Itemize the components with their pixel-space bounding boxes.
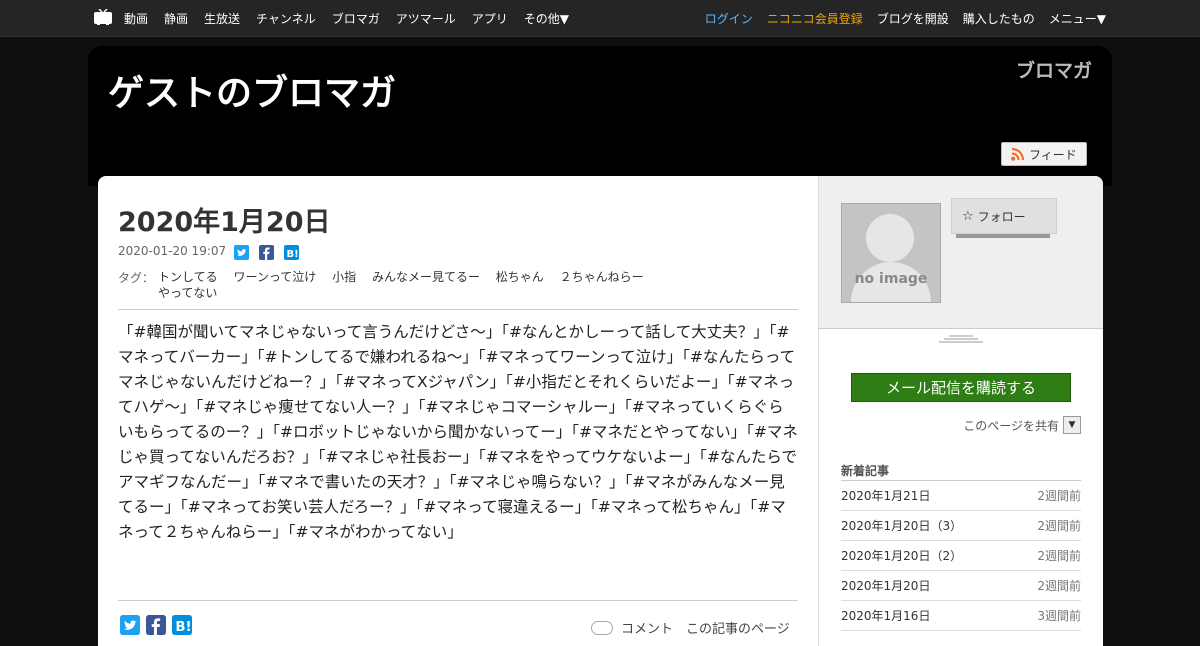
feed-label: フィード — [1029, 147, 1077, 162]
recent-post-age: 2週間前 — [1037, 519, 1081, 533]
login-link[interactable]: ログイン — [705, 10, 753, 27]
collapse-handle-icon[interactable] — [939, 334, 983, 344]
list-item[interactable]: 2020年1月21日 2週間前 — [841, 481, 1081, 511]
list-item[interactable]: 2020年1月16日 3週間前 — [841, 601, 1081, 631]
open-blog-link[interactable]: ブログを開設 — [877, 10, 949, 27]
hatena-bookmark-icon[interactable]: B! — [284, 245, 299, 260]
follow-button[interactable]: ☆ フォロー — [951, 198, 1057, 234]
nav-item-app[interactable]: アプリ — [472, 10, 508, 27]
tag-link[interactable]: トンしてる — [158, 270, 218, 284]
profile-area: no image ☆ フォロー — [819, 176, 1103, 329]
subscribe-mail-button[interactable]: メール配信を購読する — [851, 373, 1071, 402]
twitter-icon[interactable] — [234, 245, 249, 260]
tag-link[interactable]: 小指 — [332, 270, 356, 284]
article-body: 「#韓国が聞いてマネじゃないって言うんだけどさ〜」「#なんとかしーって話して大丈… — [118, 323, 798, 541]
bottom-share-buttons: B! — [120, 615, 198, 635]
recent-post-age: 2週間前 — [1037, 579, 1081, 593]
recent-post-title[interactable]: 2020年1月21日 — [841, 487, 930, 504]
nav-left-menu: 動画 静画 生放送 チャンネル ブロマガ アツマール アプリ その他▼ — [124, 0, 585, 36]
recent-posts-list: 2020年1月21日 2週間前 2020年1月20日（3） 2週間前 2020年1月… — [841, 480, 1081, 631]
register-link[interactable]: ニコニコ会員登録 — [767, 10, 863, 27]
dropdown-arrow-icon[interactable]: ▼ — [1063, 416, 1081, 434]
nav-item-channel[interactable]: チャンネル — [256, 10, 316, 27]
tags-label: タグ： — [118, 271, 155, 285]
hatena-bookmark-icon[interactable]: B! — [172, 615, 192, 635]
avatar-head-shape — [866, 214, 914, 262]
tag-list: トンしてる ワーンって泣け 小指 みんなメー見てるー 松ちゃん ２ちゃんねらー … — [158, 269, 658, 301]
nav-item-atsumaru[interactable]: アツマール — [396, 10, 456, 27]
tag-link[interactable]: やってない — [158, 286, 217, 300]
nav-item-bromaga[interactable]: ブロマガ — [332, 10, 380, 27]
facebook-icon[interactable] — [259, 245, 274, 260]
tag-link[interactable]: ワーンって泣け — [233, 270, 316, 284]
comment-link-label: コメント この記事のページ — [621, 622, 790, 637]
recent-post-age: 2週間前 — [1037, 489, 1081, 503]
top-share-buttons: B! — [234, 245, 309, 260]
tag-link[interactable]: みんなメー見てるー — [372, 270, 480, 284]
nav-item-seiga[interactable]: 静画 — [164, 10, 188, 27]
tag-link[interactable]: ２ちゃんねらー — [560, 270, 644, 284]
list-item[interactable]: 2020年1月20日（2） 2週間前 — [841, 541, 1081, 571]
no-image-label: no image — [854, 271, 928, 287]
recent-post-title[interactable]: 2020年1月20日（3） — [841, 517, 962, 534]
svg-text:B!: B! — [175, 620, 191, 635]
share-page-dropdown[interactable]: このページを共有 ▼ — [963, 416, 1081, 434]
svg-text:B!: B! — [287, 249, 299, 260]
recent-post-title[interactable]: 2020年1月20日 — [841, 577, 930, 594]
avatar[interactable]: no image — [841, 203, 941, 303]
recent-post-title[interactable]: 2020年1月16日 — [841, 607, 930, 624]
menu-dropdown[interactable]: メニュー▼ — [1049, 10, 1106, 27]
article-divider — [118, 309, 798, 310]
list-item[interactable]: 2020年1月20日（3） 2週間前 — [841, 511, 1081, 541]
nav-item-video[interactable]: 動画 — [124, 10, 148, 27]
nav-item-other[interactable]: その他▼ — [524, 10, 569, 27]
recent-post-age: 3週間前 — [1037, 609, 1081, 623]
share-page-label: このページを共有 — [963, 418, 1059, 433]
top-navigation-bar: 動画 静画 生放送 チャンネル ブロマガ アツマール アプリ その他▼ ログイン… — [0, 0, 1200, 37]
nav-right-menu: ログイン ニコニコ会員登録 ブログを開設 購入したもの メニュー▼ — [691, 0, 1106, 36]
feed-button[interactable]: フィード — [1001, 142, 1087, 166]
rss-icon — [1011, 148, 1024, 161]
article-card: 2020年1月20日 2020-01-20 19:07 B! タグ： トンしてる… — [98, 176, 818, 646]
twitter-icon[interactable] — [120, 615, 140, 635]
article-footer-divider — [118, 600, 798, 601]
tag-link[interactable]: 松ちゃん — [496, 270, 544, 284]
recent-posts-heading: 新着記事 — [841, 464, 890, 478]
facebook-icon[interactable] — [146, 615, 166, 635]
tv-icon[interactable] — [94, 9, 112, 25]
post-title[interactable]: 2020年1月20日 — [118, 200, 331, 239]
follow-label: フォロー — [977, 209, 1026, 224]
follow-button-shadow — [956, 234, 1050, 238]
blog-header: ゲストのブロマガ ブロマガ フィード — [88, 46, 1112, 186]
list-item[interactable]: 2020年1月20日 2週間前 — [841, 571, 1081, 601]
post-datetime: 2020-01-20 19:07 — [118, 244, 227, 258]
comment-link[interactable]: コメント この記事のページ — [591, 618, 790, 637]
recent-post-title[interactable]: 2020年1月20日（2） — [841, 547, 962, 564]
star-icon: ☆ — [962, 208, 974, 224]
bromaga-logo[interactable]: ブロマガ — [1016, 56, 1092, 83]
purchased-link[interactable]: 購入したもの — [963, 10, 1035, 27]
nav-item-live[interactable]: 生放送 — [204, 10, 240, 27]
sidebar: no image ☆ フォロー メール配信を購読する このページを共有 ▼ 新着… — [818, 176, 1103, 646]
blog-title[interactable]: ゲストのブロマガ — [108, 64, 396, 116]
recent-post-age: 2週間前 — [1037, 549, 1081, 563]
comment-icon — [591, 620, 613, 635]
